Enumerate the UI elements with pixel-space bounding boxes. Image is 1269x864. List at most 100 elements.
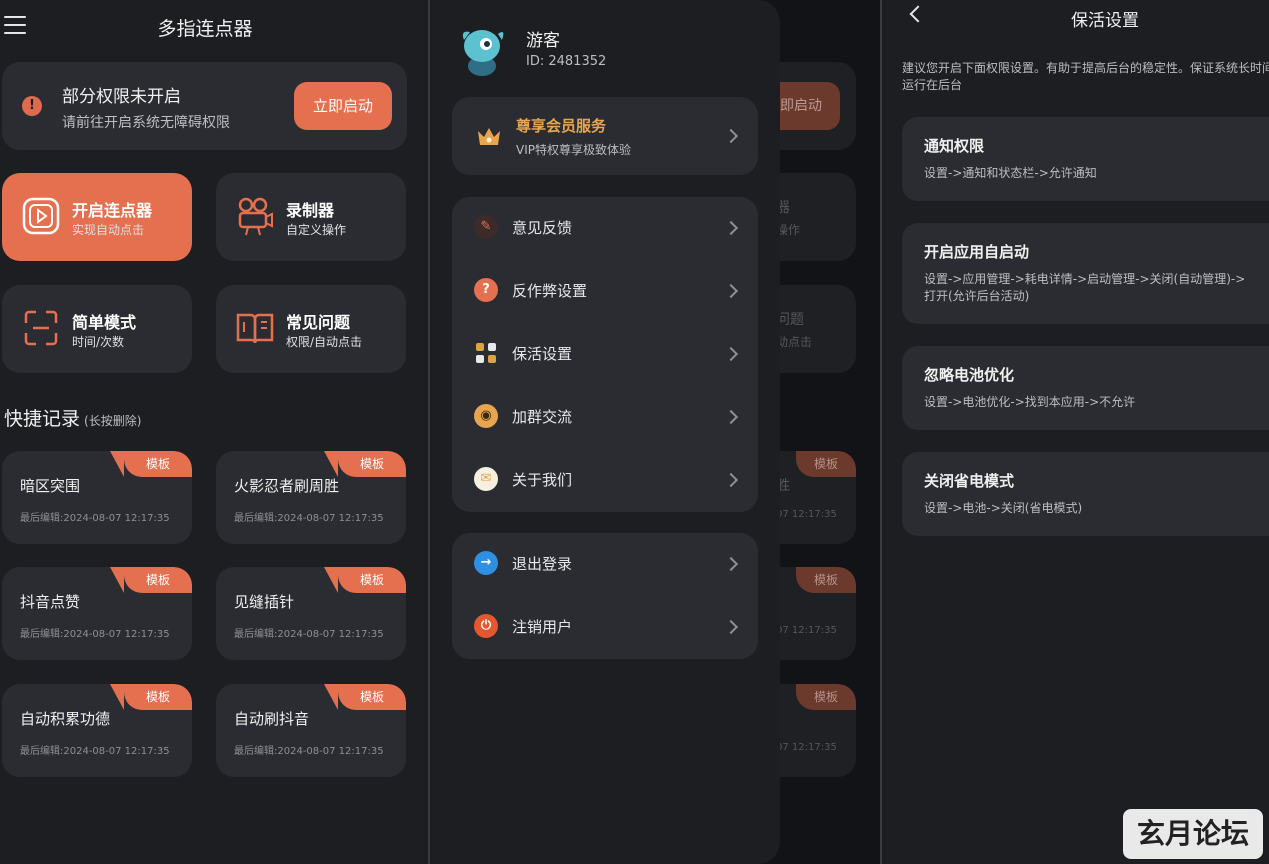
setting-autostart[interactable]: 开启应用自启动 设置->应用管理->耗电详情->启动管理->关闭(自动管理)->… xyxy=(902,223,1269,324)
start-now-button[interactable]: 立即启动 xyxy=(294,82,392,130)
template-badge: 模板 xyxy=(324,684,406,710)
dimmed-text: 07 12:17:35 xyxy=(776,509,837,520)
permission-subtitle: 请前往开启系统无障碍权限 xyxy=(62,115,230,131)
feature-recorder[interactable]: 录制器 自定义操作 xyxy=(216,173,406,261)
menu-label: 反作弊设置 xyxy=(512,282,588,300)
vip-subtitle: VIP特权尊享极致体验 xyxy=(516,143,631,157)
record-card[interactable]: 模板 火影忍者刷周胜 最后编辑:2024-08-07 12:17:35 xyxy=(216,451,406,544)
setting-desc: 设置->电池->关闭(省电模式) xyxy=(924,501,1083,515)
menu-label: 保活设置 xyxy=(512,345,573,363)
question-icon: ? xyxy=(474,278,498,302)
feature-faq[interactable]: 常见问题 权限/自动点击 xyxy=(216,285,406,373)
record-title: 火影忍者刷周胜 xyxy=(234,477,340,495)
record-time: 最后编辑:2024-08-07 12:17:35 xyxy=(20,513,170,524)
feature-simple-mode[interactable]: 简单模式 时间/次数 xyxy=(2,285,192,373)
feature-subtitle: 实现自动点击 xyxy=(72,223,145,237)
side-drawer: 游客 ID: 2481352 尊享会员服务 VIP特权尊享极致体验 ✎ 意见反馈… xyxy=(430,0,780,864)
menu-card: ✎ 意见反馈 ? 反作弊设置 保活设置 ◉ 加群交流 ✉ 关于我们 xyxy=(452,197,758,512)
record-card[interactable]: 模板 自动积累功德 最后编辑:2024-08-07 12:17:35 xyxy=(2,684,192,777)
setting-notification[interactable]: 通知权限 设置->通知和状态栏->允许通知 xyxy=(902,117,1269,201)
records-heading: 快捷记录 (长按删除) xyxy=(4,404,141,431)
keep-alive-settings-screen: 保活设置 建议您开启下面权限设置。有助于提高后台的稳定性。保证系统长时间运行在后… xyxy=(882,0,1269,864)
mail-icon: ✉ xyxy=(474,467,498,491)
menu-label: 注销用户 xyxy=(512,618,573,636)
template-badge: 模板 xyxy=(324,451,406,477)
dimmed-tag: 模板 xyxy=(796,684,856,710)
menu-item-about[interactable]: ✉ 关于我们 xyxy=(452,449,758,512)
permission-banner: ! 部分权限未开启 请前往开启系统无障碍权限 立即启动 xyxy=(2,62,407,150)
record-title: 抖音点赞 xyxy=(20,593,81,611)
template-badge: 模板 xyxy=(110,684,192,710)
chevron-right-icon xyxy=(723,472,739,488)
chevron-right-icon xyxy=(723,346,739,362)
feature-title: 常见问题 xyxy=(286,313,351,332)
setting-desc: 设置->电池优化->找到本应用->不允许 xyxy=(924,395,1136,409)
dimmed-text: 07 12:17:35 xyxy=(776,742,837,753)
records-title: 快捷记录 xyxy=(4,408,81,430)
menu-item-feedback[interactable]: ✎ 意见反馈 xyxy=(452,197,758,260)
qr-grid-icon xyxy=(476,343,496,363)
record-time: 最后编辑:2024-08-07 12:17:35 xyxy=(234,629,384,640)
account-card: → 退出登录 ⏻ 注销用户 xyxy=(452,533,758,659)
user-id: ID: 2481352 xyxy=(526,54,607,69)
permission-title: 部分权限未开启 xyxy=(62,87,181,107)
avatar[interactable] xyxy=(456,22,508,78)
feedback-icon: ✎ xyxy=(474,215,498,239)
record-card[interactable]: 模板 抖音点赞 最后编辑:2024-08-07 12:17:35 xyxy=(2,567,192,660)
record-time: 最后编辑:2024-08-07 12:17:35 xyxy=(234,513,384,524)
record-card[interactable]: 模板 见缝插针 最后编辑:2024-08-07 12:17:35 xyxy=(216,567,406,660)
menu-item-anti-cheat[interactable]: ? 反作弊设置 xyxy=(452,260,758,323)
dimmed-text: 07 12:17:35 xyxy=(776,625,837,636)
record-time: 最后编辑:2024-08-07 12:17:35 xyxy=(234,746,384,757)
menu-label: 加群交流 xyxy=(512,408,573,426)
page-title: 保活设置 xyxy=(1071,11,1139,31)
setting-title: 开启应用自启动 xyxy=(924,243,1030,261)
dimmed-tag: 模板 xyxy=(796,567,856,593)
vip-service-card[interactable]: 尊享会员服务 VIP特权尊享极致体验 xyxy=(452,97,758,175)
chevron-right-icon xyxy=(723,556,739,572)
setting-battery-optimization[interactable]: 忽略电池优化 设置->电池优化->找到本应用->不允许 xyxy=(902,346,1269,430)
chevron-right-icon xyxy=(723,128,739,144)
dimmed-text: 动点击 xyxy=(776,335,813,349)
watermark: 玄月论坛 xyxy=(1123,809,1263,859)
setting-desc: 设置->通知和状态栏->允许通知 xyxy=(924,166,1097,180)
power-icon: ⏻ xyxy=(474,614,498,638)
record-card[interactable]: 模板 自动刷抖音 最后编辑:2024-08-07 12:17:35 xyxy=(216,684,406,777)
feature-title: 录制器 xyxy=(286,201,335,220)
feature-subtitle: 权限/自动点击 xyxy=(286,335,363,349)
feature-title: 简单模式 xyxy=(72,313,137,332)
setting-title: 关闭省电模式 xyxy=(924,472,1015,490)
record-title: 见缝插针 xyxy=(234,593,295,611)
user-name: 游客 xyxy=(526,31,560,51)
menu-item-join-group[interactable]: ◉ 加群交流 xyxy=(452,386,758,449)
template-badge: 模板 xyxy=(324,567,406,593)
menu-label: 意见反馈 xyxy=(512,219,573,237)
chevron-right-icon xyxy=(723,619,739,635)
menu-item-keep-alive[interactable]: 保活设置 xyxy=(452,323,758,386)
records-hint: (长按删除) xyxy=(84,414,142,428)
play-square-icon xyxy=(22,197,60,235)
setting-power-saving[interactable]: 关闭省电模式 设置->电池->关闭(省电模式) xyxy=(902,452,1269,536)
feature-start-clicker[interactable]: 开启连点器 实现自动点击 xyxy=(2,173,192,261)
logout-icon: → xyxy=(474,551,498,575)
menu-label: 关于我们 xyxy=(512,471,573,489)
menu-item-logout[interactable]: → 退出登录 xyxy=(452,533,758,596)
app-title: 多指连点器 xyxy=(157,18,253,40)
setting-desc: 设置->应用管理->耗电详情->启动管理->关闭(自动管理)->打开(允许后台活… xyxy=(924,272,1246,303)
camera-icon xyxy=(238,197,273,236)
dimmed-text: 问题 xyxy=(776,312,804,328)
menu-item-delete-account[interactable]: ⏻ 注销用户 xyxy=(452,596,758,659)
template-badge: 模板 xyxy=(110,567,192,593)
record-title: 自动刷抖音 xyxy=(234,710,310,728)
menu-label: 退出登录 xyxy=(512,555,573,573)
book-icon xyxy=(236,313,274,344)
settings-intro: 建议您开启下面权限设置。有助于提高后台的稳定性。保证系统长时间运行在后台 xyxy=(902,61,1269,92)
chevron-right-icon xyxy=(723,283,739,299)
feature-subtitle: 时间/次数 xyxy=(72,335,125,349)
warning-icon: ! xyxy=(22,96,42,116)
setting-title: 忽略电池优化 xyxy=(924,366,1015,384)
record-card[interactable]: 模板 暗区突围 最后编辑:2024-08-07 12:17:35 xyxy=(2,451,192,544)
feature-subtitle: 自定义操作 xyxy=(286,223,347,237)
record-title: 暗区突围 xyxy=(20,477,81,495)
chat-group-icon: ◉ xyxy=(474,404,498,428)
